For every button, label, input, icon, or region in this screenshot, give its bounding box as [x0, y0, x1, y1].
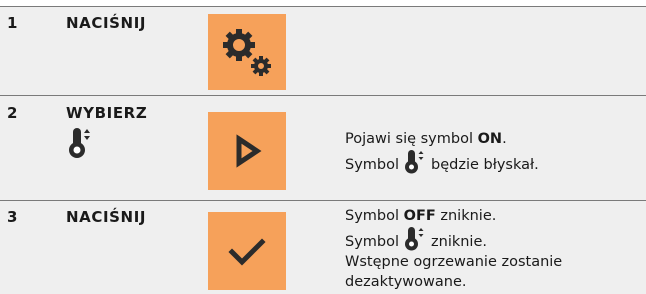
check-icon [228, 238, 266, 266]
step-3-action: NACIŚNIJ [66, 208, 147, 226]
rule-2 [0, 200, 646, 201]
step-3-line-4: dezaktywowane. [345, 274, 467, 290]
step-3-line-2: Symbol zniknie. [345, 226, 562, 252]
thermometer-icon [405, 150, 424, 174]
step-2-description: Pojawi się symbol ON. Symbol będzie błys… [345, 129, 539, 175]
step-3-description: Symbol OFF zniknie. Symbol zniknie. Wstę… [345, 206, 562, 292]
step-3-tile [208, 212, 286, 290]
step-3-number: 3 [7, 208, 18, 226]
step-1-action: NACIŚNIJ [66, 14, 147, 32]
step-3-line-3: Wstępne ogrzewanie zostanie [345, 254, 563, 270]
step-2-action: WYBIERZ [66, 104, 148, 122]
thermometer-icon [405, 227, 424, 251]
play-icon [236, 134, 262, 168]
step-2-number: 2 [7, 104, 18, 122]
step-2-line-2: Symbol będzie błyskał. [345, 149, 539, 175]
step-3-line-1: Symbol OFF zniknie. [345, 208, 497, 224]
step-1-tile [208, 14, 286, 90]
gears-icon [223, 29, 271, 76]
rule-1 [0, 95, 646, 96]
step-1-number: 1 [7, 14, 18, 32]
thermometer-icon [69, 128, 90, 158]
rule-top [0, 6, 646, 7]
step-2-line-1: Pojawi się symbol ON. [345, 131, 507, 147]
step-2-tile [208, 112, 286, 190]
